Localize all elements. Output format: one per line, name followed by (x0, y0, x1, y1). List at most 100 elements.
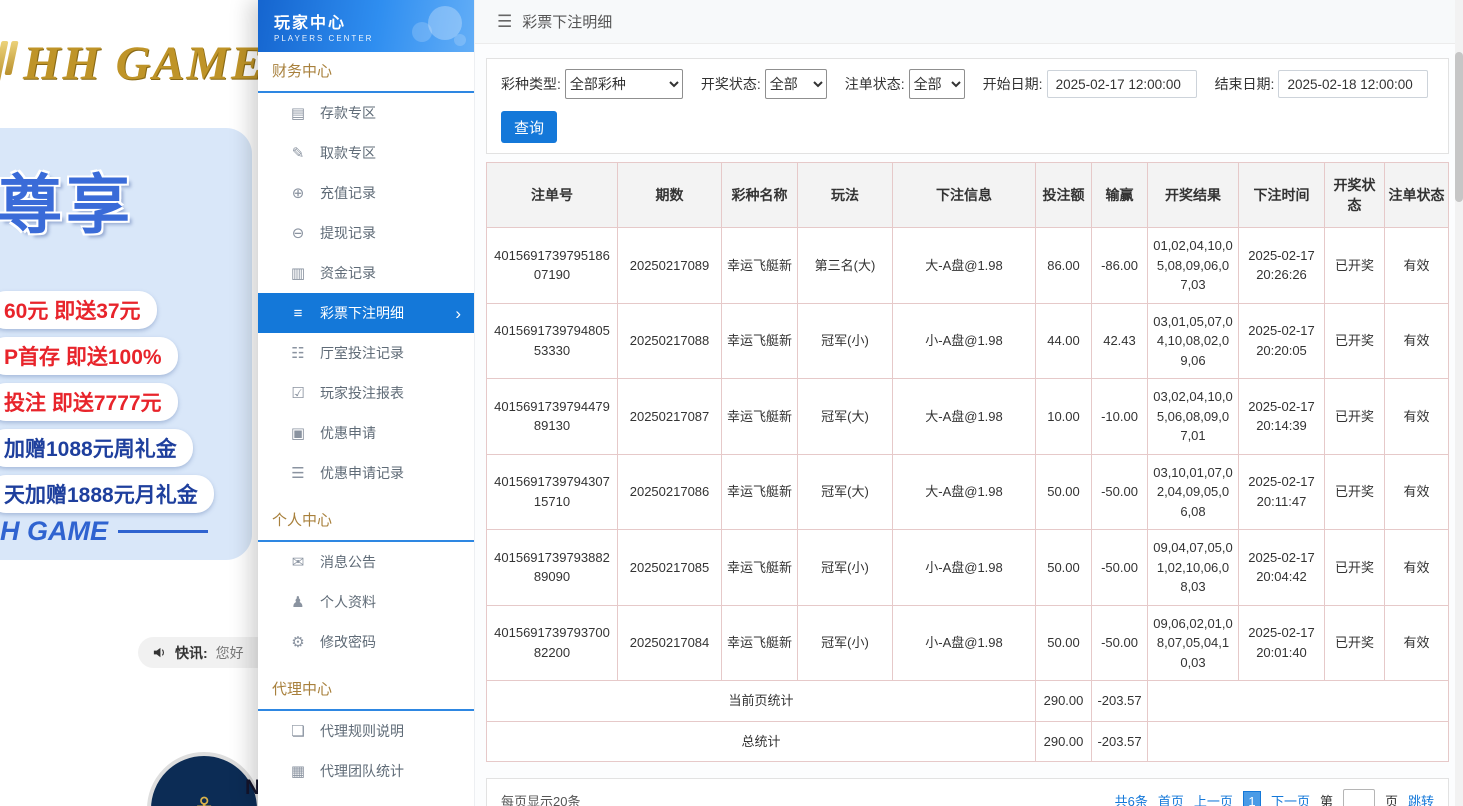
promo-record-icon: ☰ (288, 464, 308, 482)
emblem-icon: ⚓ (190, 790, 219, 806)
cell-order-status: 有效 (1385, 303, 1449, 379)
cell-period: 20250217089 (618, 228, 722, 304)
cell-order-id: 401569173979518607190 (487, 228, 618, 304)
deposit-icon: ▤ (288, 104, 308, 122)
sidebar-item-change-password[interactable]: ⚙修改密码 (258, 622, 474, 662)
sidebar-item-recharge-record[interactable]: ⊕ 充值记录 (258, 173, 474, 213)
sidebar-item-label: 消息公告 (320, 552, 376, 572)
cell-bet-time: 2025-02-17 20:04:42 (1239, 530, 1325, 606)
sidebar-item-agent-rules[interactable]: ❏ 代理规则说明 (258, 711, 474, 751)
cell-win-loss: 42.43 (1092, 303, 1148, 379)
table-row: 40156917397943071571020250217086幸运飞艇新冠军(… (487, 454, 1449, 530)
sidebar-item-label: 充值记录 (320, 183, 376, 203)
sidebar-item-player-report[interactable]: ☑玩家投注报表 (258, 373, 474, 413)
agent-rules-icon: ❏ (288, 722, 308, 740)
cell-play-type: 冠军(大) (798, 454, 893, 530)
cell-period: 20250217084 (618, 605, 722, 681)
cell-draw-status: 已开奖 (1325, 454, 1385, 530)
col-header-period: 期数 (618, 163, 722, 228)
scrollbar-thumb[interactable] (1455, 52, 1463, 202)
cell-bet-info: 大-A盘@1.98 (893, 454, 1036, 530)
vertical-scrollbar[interactable] (1455, 0, 1463, 806)
hall-bets-icon: ☷ (288, 344, 308, 362)
promo-brand-text: H GAME (0, 516, 108, 547)
first-page-link[interactable]: 首页 (1158, 791, 1184, 806)
cell-bet-amount: 50.00 (1036, 454, 1092, 530)
prev-page-link[interactable]: 上一页 (1194, 791, 1233, 806)
cell-order-id: 401569173979480553330 (487, 303, 618, 379)
cell-draw-status: 已开奖 (1325, 228, 1385, 304)
promo-banner: 尊享 60元 即送37元P首存 即送100%投注 即送7777元加赠1088元周… (0, 128, 252, 560)
table-row: 40156917397951860719020250217089幸运飞艇新第三名… (487, 228, 1449, 304)
cell-win-loss: -50.00 (1092, 454, 1148, 530)
end-date-label: 结束日期: (1215, 74, 1275, 94)
cell-order-status: 有效 (1385, 228, 1449, 304)
cell-play-type: 冠军(大) (798, 379, 893, 455)
sidebar-item-label: 代理规则说明 (320, 721, 404, 741)
promo-pill: P首存 即送100% (0, 337, 178, 375)
withdraw-record-icon: ⊖ (288, 224, 308, 242)
sidebar-item-announcements[interactable]: ✉消息公告 (258, 542, 474, 582)
cell-bet-info: 小-A盘@1.98 (893, 605, 1036, 681)
start-date-input[interactable] (1047, 70, 1197, 98)
sidebar-item-hall-bets[interactable]: ☷厅室投注记录 (258, 333, 474, 373)
recharge-record-icon: ⊕ (288, 184, 308, 202)
lottery-type-select[interactable]: 全部彩种 (565, 69, 683, 99)
cell-order-status: 有效 (1385, 454, 1449, 530)
players-center-panel: 玩家中心 PLAYERS CENTER 财务中心▤存款专区✎取款专区⊕充值记录⊖… (258, 0, 1463, 806)
gamepad-graphic (392, 4, 466, 48)
sidebar-item-funds-record[interactable]: ▥资金记录 (258, 253, 474, 293)
sidebar: 玩家中心 PLAYERS CENTER 财务中心▤存款专区✎取款专区⊕充值记录⊖… (258, 0, 475, 806)
page-jump-input[interactable] (1343, 789, 1375, 806)
brand-dash (118, 530, 208, 533)
summary-row: 总统计290.00-203.57 (487, 721, 1449, 762)
jump-prefix: 第 (1320, 791, 1333, 806)
summary-empty (1148, 681, 1449, 722)
chevron-right-icon: › (455, 305, 461, 322)
content-area: 彩种类型: 全部彩种 开奖状态: 全部 注单状态: 全部 开始日期: 结束日期: (475, 44, 1463, 806)
order-status-label: 注单状态: (845, 74, 905, 94)
total-count: 共6条 (1115, 791, 1148, 806)
sidebar-item-label: 个人资料 (320, 592, 376, 612)
cell-play-type: 第三名(大) (798, 228, 893, 304)
col-header-bet-info: 下注信息 (893, 163, 1036, 228)
withdraw-icon: ✎ (288, 144, 308, 162)
summary-win-loss: -203.57 (1092, 681, 1148, 722)
summary-bet-amount: 290.00 (1036, 721, 1092, 762)
cell-draw-result: 09,04,07,05,01,02,10,06,08,03 (1148, 530, 1239, 606)
end-date-input[interactable] (1278, 70, 1428, 98)
menu-toggle-icon[interactable]: ☰ (497, 12, 512, 32)
cell-bet-info: 小-A盘@1.98 (893, 530, 1036, 606)
cell-draw-result: 03,10,01,07,02,04,09,05,06,08 (1148, 454, 1239, 530)
col-header-order-status: 注单状态 (1385, 163, 1449, 228)
jump-button[interactable]: 跳转 (1408, 791, 1434, 806)
col-header-bet-amount: 投注额 (1036, 163, 1092, 228)
cell-lottery-name: 幸运飞艇新 (722, 454, 798, 530)
sidebar-item-promo-apply[interactable]: ▣优惠申请 (258, 413, 474, 453)
table-row: 40156917397937008220020250217084幸运飞艇新冠军(… (487, 605, 1449, 681)
agent-team-icon: ▦ (288, 762, 308, 780)
draw-status-select[interactable]: 全部 (765, 69, 827, 99)
sidebar-item-promo-apply-record[interactable]: ☰优惠申请记录 (258, 453, 474, 493)
sidebar-item-withdraw[interactable]: ✎取款专区 (258, 133, 474, 173)
cell-play-type: 冠军(小) (798, 605, 893, 681)
cell-period: 20250217085 (618, 530, 722, 606)
cell-bet-amount: 50.00 (1036, 530, 1092, 606)
order-status-select[interactable]: 全部 (909, 69, 965, 99)
current-page[interactable]: 1 (1243, 791, 1261, 806)
sidebar-item-deposit[interactable]: ▤存款专区 (258, 93, 474, 133)
sidebar-item-agent-team[interactable]: ▦代理团队统计 (258, 751, 474, 791)
sidebar-item-withdraw-record[interactable]: ⊖提现记录 (258, 213, 474, 253)
sidebar-item-profile[interactable]: ♟个人资料 (258, 582, 474, 622)
jump-suffix: 页 (1385, 791, 1398, 806)
col-header-play-type: 玩法 (798, 163, 893, 228)
next-page-link[interactable]: 下一页 (1271, 791, 1310, 806)
start-date-label: 开始日期: (983, 74, 1043, 94)
promo-pill: 天加赠1888元月礼金 (0, 475, 214, 513)
search-button[interactable]: 查询 (501, 111, 557, 143)
cell-lottery-name: 幸运飞艇新 (722, 605, 798, 681)
cell-lottery-name: 幸运飞艇新 (722, 228, 798, 304)
sidebar-item-lottery-bets[interactable]: ≡彩票下注明细› (258, 293, 474, 333)
brand-medallion: ⚓ (147, 752, 261, 806)
cell-bet-info: 大-A盘@1.98 (893, 379, 1036, 455)
